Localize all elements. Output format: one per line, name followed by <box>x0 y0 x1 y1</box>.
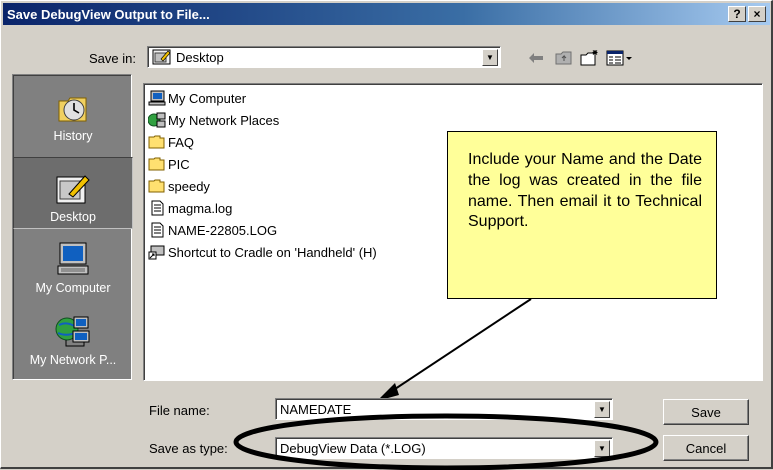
save-button[interactable]: Save <box>663 399 749 425</box>
emphasis-ellipse <box>233 413 659 470</box>
cancel-button[interactable]: Cancel <box>663 435 749 461</box>
save-dialog: Save DebugView Output to File... ? × Sav… <box>0 0 773 470</box>
